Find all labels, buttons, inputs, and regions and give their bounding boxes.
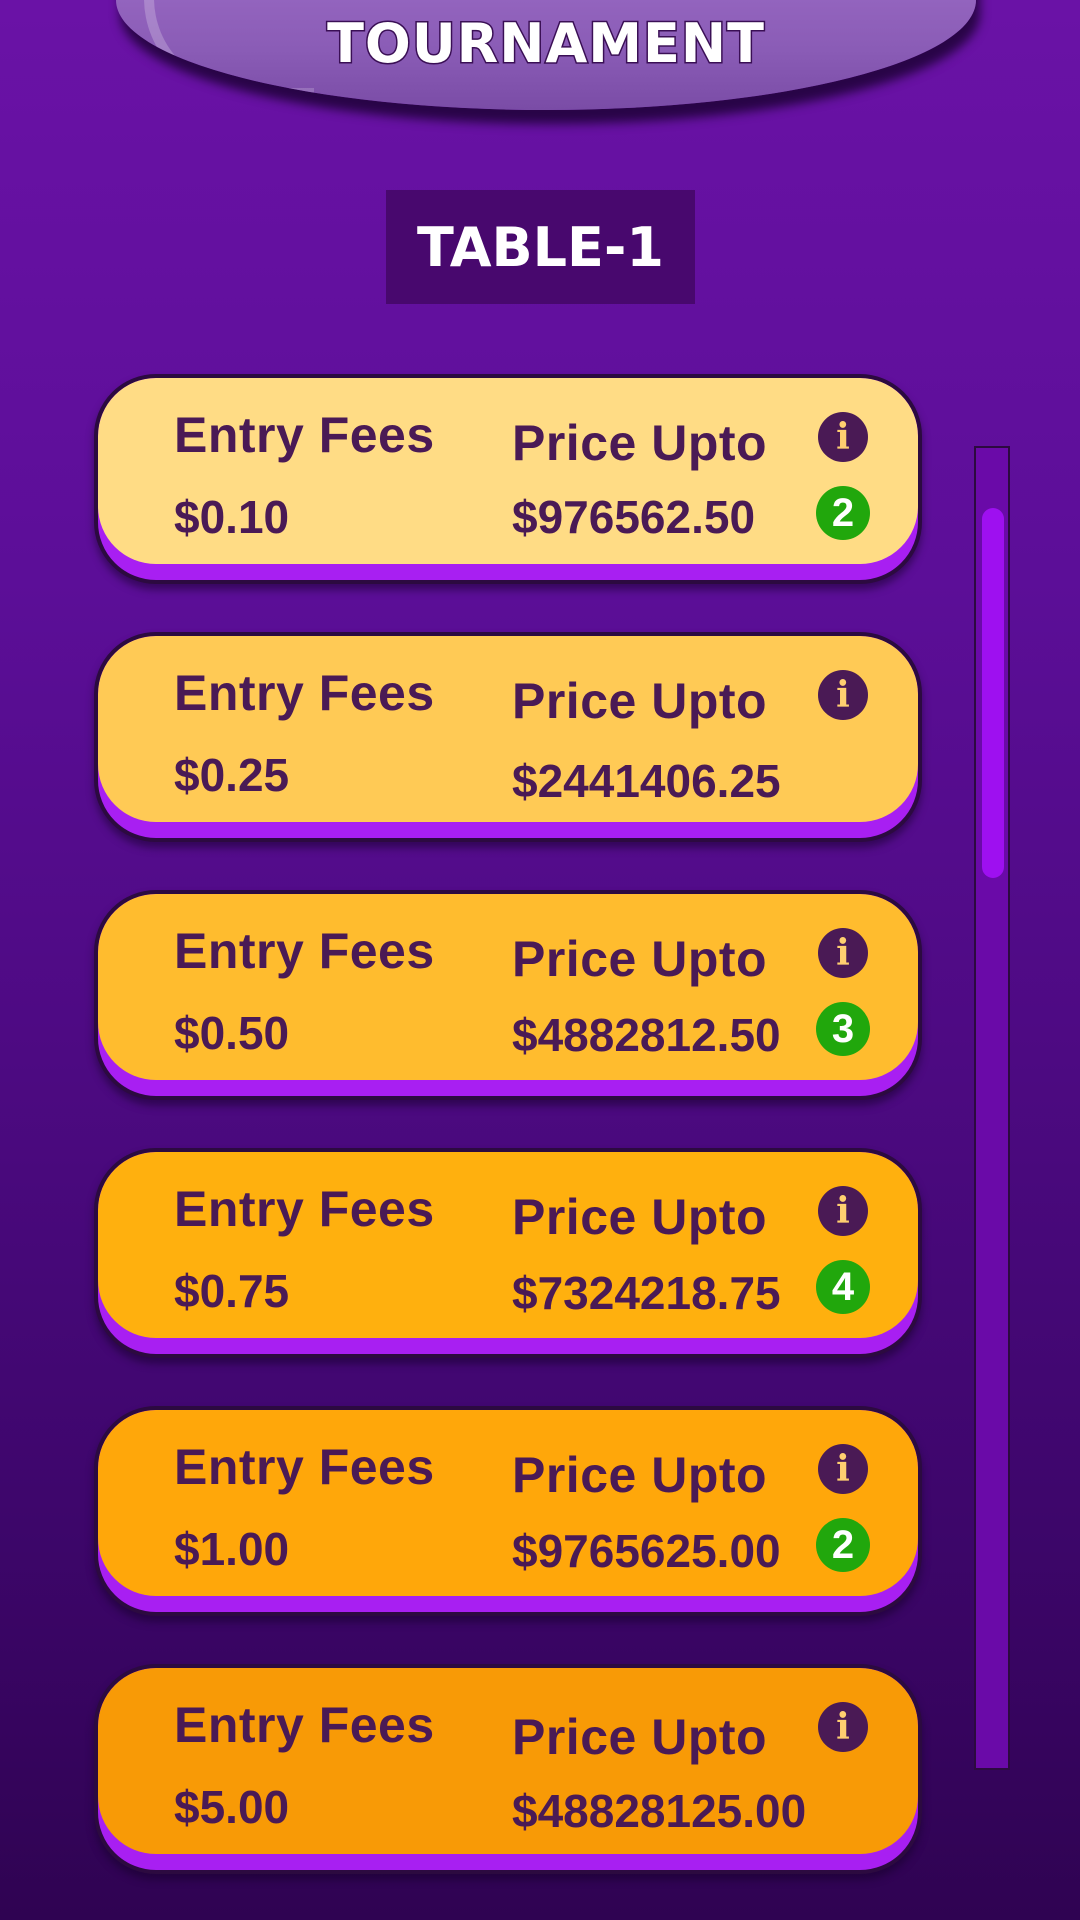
player-count-badge: 4 (816, 1260, 870, 1314)
entry-fees-value: $0.25 (174, 749, 290, 801)
entry-fees-label: Entry Fees (174, 1697, 435, 1753)
player-count-badge: 2 (816, 1518, 870, 1572)
price-upto-value: $48828125.00 (512, 1785, 807, 1837)
price-upto-value: $9765625.00 (512, 1525, 781, 1577)
price-upto-label: Price Upto (512, 1189, 768, 1245)
entry-fees-value: $0.75 (174, 1265, 290, 1317)
price-upto-label: Price Upto (512, 415, 768, 471)
info-icon[interactable]: i (818, 1444, 868, 1494)
price-upto-label: Price Upto (512, 1447, 768, 1503)
player-count-badge: 3 (816, 1002, 870, 1056)
price-upto-label: Price Upto (512, 1709, 768, 1765)
price-upto-label: Price Upto (512, 673, 768, 729)
card-face: Entry Fees $0.25 Price Upto $2441406.25 i (98, 636, 918, 822)
card-face: Entry Fees $1.00 Price Upto $9765625.00 i 2 (98, 1410, 918, 1596)
entry-fees-value: $1.00 (174, 1523, 290, 1575)
tournament-banner: TOURNAMENT (116, 0, 976, 110)
info-icon[interactable]: i (818, 1186, 868, 1236)
price-upto-value: $4882812.50 (512, 1009, 781, 1061)
info-icon[interactable]: i (818, 928, 868, 978)
card-face: Entry Fees $0.10 Price Upto $976562.50 i 2 (98, 378, 918, 564)
card-face: Entry Fees $5.00 Price Upto $48828125.00 i (98, 1668, 918, 1854)
price-upto-value: $7324218.75 (512, 1267, 781, 1319)
price-upto-value: $2441406.25 (512, 755, 781, 807)
info-icon[interactable]: i (818, 670, 868, 720)
table-label: TABLE-1 (386, 190, 695, 304)
card-face: Entry Fees $0.75 Price Upto $7324218.75 i 4 (98, 1152, 918, 1338)
tournament-card[interactable]: Entry Fees $0.75 Price Upto $7324218.75 i 4 (94, 1148, 922, 1358)
entry-fees-value: $0.50 (174, 1007, 290, 1059)
tournament-card[interactable]: Entry Fees $0.50 Price Upto $4882812.50 i 3 (94, 890, 922, 1100)
price-upto-value: $976562.50 (512, 491, 756, 543)
scrollbar-thumb[interactable] (982, 508, 1004, 878)
banner-title: TOURNAMENT (326, 11, 766, 77)
entry-fees-value: $5.00 (174, 1781, 290, 1833)
info-icon[interactable]: i (818, 1702, 868, 1752)
entry-fees-value: $0.10 (174, 491, 290, 543)
card-face: Entry Fees $0.50 Price Upto $4882812.50 i 3 (98, 894, 918, 1080)
entry-fees-label: Entry Fees (174, 1181, 435, 1237)
info-icon[interactable]: i (818, 412, 868, 462)
entry-fees-label: Entry Fees (174, 923, 435, 979)
entry-fees-label: Entry Fees (174, 407, 435, 463)
player-count-badge: 2 (816, 486, 870, 540)
tournament-card[interactable]: Entry Fees $0.25 Price Upto $2441406.25 i (94, 632, 922, 842)
price-upto-label: Price Upto (512, 931, 768, 987)
scrollbar-track[interactable] (974, 446, 1010, 1770)
tournament-card[interactable]: Entry Fees $5.00 Price Upto $48828125.00 i (94, 1664, 922, 1874)
tournament-card[interactable]: Entry Fees $1.00 Price Upto $9765625.00 i 2 (94, 1406, 922, 1616)
entry-fees-label: Entry Fees (174, 665, 435, 721)
entry-fees-label: Entry Fees (174, 1439, 435, 1495)
tournament-card[interactable]: Entry Fees $0.10 Price Upto $976562.50 i 2 (94, 374, 922, 584)
